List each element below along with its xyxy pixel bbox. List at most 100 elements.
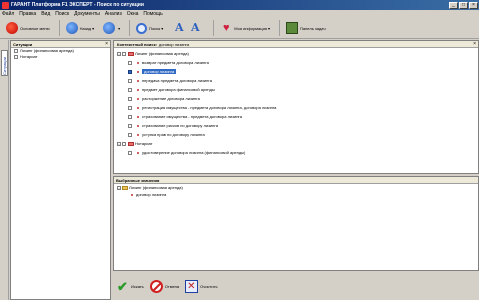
context-search-input[interactable]: договор лизинга <box>159 42 189 47</box>
tab-situations[interactable]: Ситуации <box>1 50 8 76</box>
minimize-button[interactable]: _ <box>449 1 458 9</box>
bullet-icon <box>137 133 139 136</box>
situation-tree: - Лизинг (финансовая аренда) возврат пре… <box>114 48 478 157</box>
checkbox[interactable] <box>128 114 132 119</box>
bullet-icon <box>137 115 139 118</box>
menu-documents[interactable]: Документы <box>74 11 100 17</box>
bullet-icon <box>137 70 139 73</box>
menu-search[interactable]: Поиск <box>55 11 69 17</box>
checkbox[interactable] <box>128 150 132 155</box>
desk-label: Панель задач <box>299 25 326 31</box>
tree-item-label: страхование имущества - предмета договор… <box>142 114 243 119</box>
search-button[interactable]: Поиск ▾ <box>133 20 166 36</box>
menu-help[interactable]: Помощь <box>143 11 162 17</box>
tree-group-label: Лизинг (финансовая аренда) <box>129 185 183 190</box>
cancel-button[interactable]: Отмена <box>149 277 180 295</box>
toolbar-separator <box>58 20 60 36</box>
back-arrow-icon <box>65 22 78 34</box>
checkbox[interactable] <box>128 87 132 92</box>
my-info-label: Моя информация <box>234 25 267 31</box>
menu-windows[interactable]: Окна <box>127 11 139 17</box>
chevron-down-icon[interactable]: ▾ <box>118 26 120 31</box>
cancel-icon <box>149 279 163 293</box>
tree-item[interactable]: договор лизинга <box>114 191 478 198</box>
checkbox[interactable] <box>14 49 18 53</box>
chevron-down-icon[interactable]: ▾ <box>92 26 94 31</box>
menu-edit[interactable]: Правка <box>19 11 36 17</box>
checkbox[interactable] <box>122 141 126 146</box>
bullet-icon <box>137 124 139 127</box>
tree-item[interactable]: страхование рисков по договору лизинга <box>114 121 478 130</box>
back-button[interactable]: Назад ▾ <box>63 20 97 36</box>
close-icon[interactable]: × <box>105 41 108 47</box>
tree-item-label: договор лизинга <box>142 69 177 74</box>
forward-button[interactable]: ▾ <box>100 20 123 36</box>
tree-group[interactable]: - Лизинг (финансовая аренда) <box>114 49 478 58</box>
chevron-down-icon[interactable]: ▾ <box>161 26 163 31</box>
desk-button[interactable]: Панель задач <box>283 20 329 36</box>
clear-button[interactable]: Очистить <box>185 277 218 295</box>
checkbox[interactable] <box>128 105 132 110</box>
tree-group-label: Лизинг (финансовая аренда) <box>135 51 189 56</box>
tab-situations-label: Ситуации <box>2 57 7 75</box>
collapse-icon[interactable]: - <box>117 51 121 56</box>
selected-values-panel: Выбранные значения - Лизинг (финансовая … <box>113 176 479 271</box>
tree-item[interactable]: возврат предмета договора лизинга <box>114 58 478 67</box>
collapse-icon[interactable]: - <box>117 141 121 146</box>
maximize-button[interactable]: □ <box>459 1 468 9</box>
tree-item[interactable]: регистрация имущества - предмета договор… <box>114 103 478 112</box>
folder-icon <box>128 51 134 56</box>
selected-values-header: Выбранные значения <box>114 177 478 184</box>
situations-panel-header: Ситуации × <box>11 41 110 48</box>
chevron-down-icon[interactable]: ▾ <box>268 26 270 31</box>
my-info-button[interactable]: ♥ Моя информация ▾ <box>217 20 273 36</box>
menu-view[interactable]: Вид <box>41 11 50 17</box>
tree-item[interactable]: расторжение договора лизинга <box>114 94 478 103</box>
tree-group-label: Нотариат <box>135 141 153 146</box>
checkbox[interactable] <box>128 78 132 83</box>
tree-item[interactable]: передача предмета договора лизинга <box>114 76 478 85</box>
tree-group[interactable]: - Лизинг (финансовая аренда) <box>114 184 478 191</box>
toolbar-separator <box>213 20 215 36</box>
folder-icon <box>122 185 128 190</box>
menu-file[interactable]: Файл <box>2 11 14 17</box>
bullet-icon <box>137 61 139 64</box>
bullet-icon <box>137 106 139 109</box>
heart-icon: ♥ <box>222 22 230 34</box>
checkbox[interactable] <box>128 132 132 137</box>
checkbox[interactable] <box>14 55 18 59</box>
cancel-label: Отмена <box>164 283 180 289</box>
font-size-button[interactable]: A A <box>169 20 207 36</box>
side-tab-strip: Ситуации <box>0 40 9 300</box>
tree-item[interactable]: страхование имущества - предмета договор… <box>114 112 478 121</box>
tree-item-selected[interactable]: договор лизинга <box>114 67 478 76</box>
tree-item[interactable]: предмет договора финансовой аренды <box>114 85 478 94</box>
list-item[interactable]: Нотариат <box>11 54 110 60</box>
main-menu-button[interactable]: Основное меню <box>3 20 53 36</box>
checkbox-checked[interactable] <box>128 69 132 74</box>
bullet-icon <box>137 151 139 154</box>
close-button[interactable]: × <box>469 1 478 9</box>
checkbox[interactable] <box>128 123 132 128</box>
checkbox[interactable] <box>128 96 132 101</box>
find-button[interactable]: ✔ Искать <box>116 277 144 295</box>
menu-analysis[interactable]: Анализ <box>105 11 122 17</box>
tree-group[interactable]: - Нотариат <box>114 139 478 148</box>
toolbar-separator <box>278 20 280 36</box>
checkbox[interactable] <box>122 51 126 56</box>
tree-item-label: удостоверение договора лизинга (финансов… <box>142 150 246 155</box>
checkbox[interactable] <box>128 60 132 65</box>
tree-item[interactable]: удостоверение договора лизинга (финансов… <box>114 148 478 157</box>
back-label: Назад <box>79 25 92 31</box>
bullet-icon <box>137 88 139 91</box>
tree-item-label: возврат предмета договора лизинга <box>142 60 209 65</box>
tree-item-label: регистрация имущества - предмета договор… <box>142 105 277 110</box>
window-title: ГАРАНТ Платформа F1 ЭКСПЕРТ - Поиск по с… <box>11 2 144 8</box>
find-label: Искать <box>131 283 144 289</box>
close-icon[interactable]: × <box>473 41 476 47</box>
title-bar: ГАРАНТ Платформа F1 ЭКСПЕРТ - Поиск по с… <box>0 0 479 10</box>
menu-bar: Файл Правка Вид Поиск Документы Анализ О… <box>0 10 479 18</box>
situations-panel: Ситуации × Лизинг (финансовая аренда) Но… <box>10 40 111 300</box>
tree-item[interactable]: уступка прав по договору лизинга <box>114 130 478 139</box>
collapse-icon[interactable]: - <box>117 185 121 190</box>
